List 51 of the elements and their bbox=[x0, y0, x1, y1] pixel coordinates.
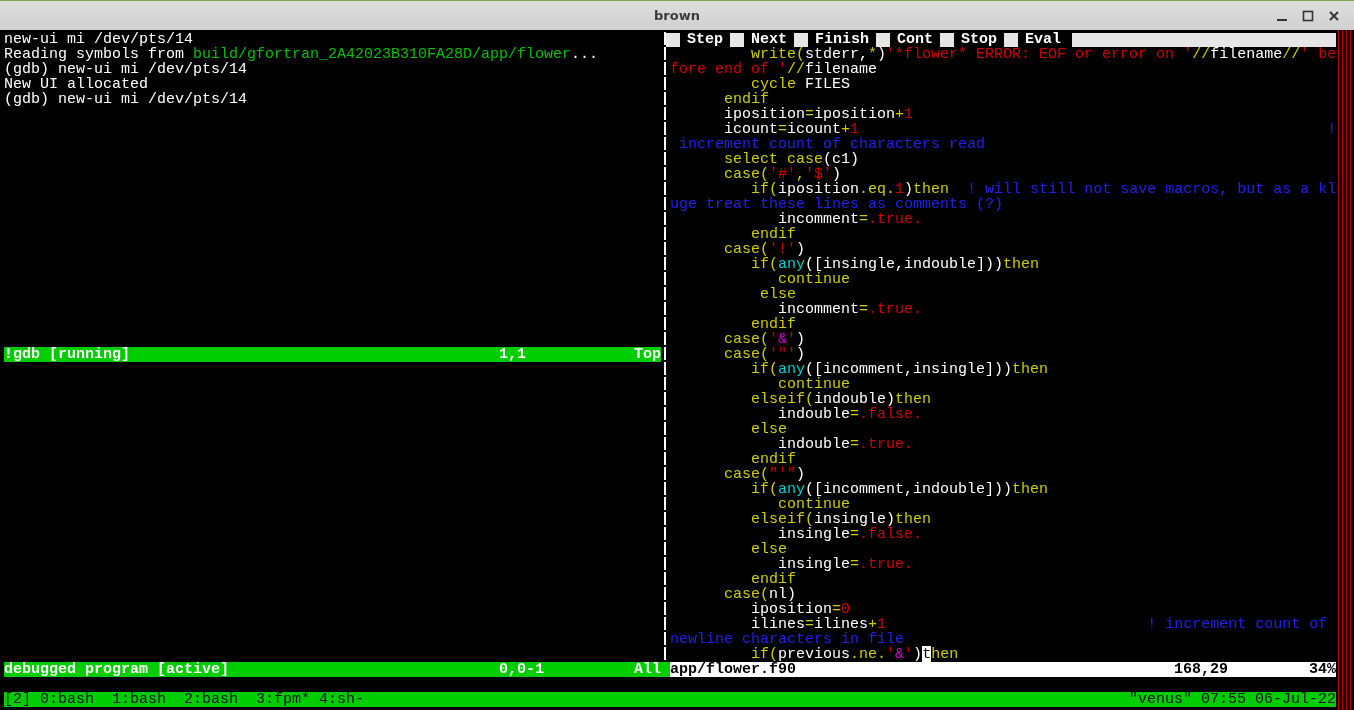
code-line: insingle=.true. bbox=[778, 557, 914, 572]
terminal-line: new-ui mi /dev/pts/14 bbox=[4, 32, 194, 47]
code-line: case('!') bbox=[723, 242, 806, 257]
terminal-line: (gdb) new-ui mi /dev/pts/14 bbox=[4, 92, 248, 107]
window-title: brown bbox=[654, 8, 700, 23]
terminal-line: Reading symbols from build/gfortran_2A42023B310FA28D/app/flower... bbox=[4, 47, 599, 62]
code-line: else bbox=[750, 542, 788, 557]
code-line: incomment=.true. bbox=[778, 212, 923, 227]
code-line: endif bbox=[751, 317, 797, 332]
code-line: indouble=.false. bbox=[778, 407, 923, 422]
code-line: endif bbox=[751, 572, 797, 587]
code-line: uge treat these lines as comments (?) bbox=[670, 197, 1004, 212]
code-line: continue bbox=[778, 377, 851, 392]
close-icon[interactable] bbox=[1328, 10, 1340, 22]
code-line: continue bbox=[778, 272, 851, 287]
host-clock: "venus" 07:55 06-Jul-22 bbox=[1128, 692, 1336, 707]
code-line: continue bbox=[778, 497, 851, 512]
code-line: if(any([incomment,indouble]))then bbox=[751, 482, 1049, 497]
terminal-line: New UI allocated bbox=[4, 77, 149, 92]
code-line: indouble=.true. bbox=[778, 437, 914, 452]
code-line: ilines=ilines+1 ! increment count of bbox=[751, 617, 1328, 632]
code-line: icount=icount+1 ! bbox=[724, 122, 1337, 137]
code-line: if(iposition.eq.1)then ! will still not save macros, but as a kl bbox=[751, 182, 1337, 197]
code-line: elseif(indouble)then bbox=[750, 392, 932, 407]
code-line: fore end of '//filename bbox=[670, 62, 878, 77]
window-list: [2] 0:bash 1:bash 2:bash 3:fpm* 4:sh- bbox=[4, 692, 365, 707]
code-line: endif bbox=[751, 227, 797, 242]
code-line: iposition=iposition+1 bbox=[723, 107, 914, 122]
code-line: case('&') bbox=[723, 332, 806, 347]
terminal-line: (gdb) new-ui mi /dev/pts/14 bbox=[4, 62, 248, 77]
code-line: if(any([insingle,indouble]))then bbox=[751, 257, 1040, 272]
code-line: cycle FILES bbox=[751, 77, 851, 92]
code-line: endif bbox=[723, 92, 770, 107]
code-line: select case(c1) bbox=[723, 152, 860, 167]
code-line: newline characters in file bbox=[670, 632, 905, 647]
code-line: endif bbox=[751, 452, 797, 467]
code-line: if(any([incomment,insingle]))then bbox=[751, 362, 1049, 377]
maximize-icon[interactable] bbox=[1302, 10, 1314, 22]
code-line: write(stderr,*)'*flower* ERROR: EOF or error on '//filename//' be bbox=[750, 47, 1337, 62]
code-line: case("'") bbox=[723, 467, 806, 482]
code-line: case('#','$') bbox=[723, 167, 842, 182]
code-line: case('"') bbox=[723, 347, 806, 362]
code-line: elseif(insingle)then bbox=[750, 512, 932, 527]
code-line: if(previous.ne.'&')then bbox=[751, 647, 959, 662]
code-line: iposition=0 bbox=[751, 602, 851, 617]
code-line: insingle=.false. bbox=[778, 527, 923, 542]
code-line: increment count of characters read bbox=[678, 137, 986, 152]
code-line: incomment=.true. bbox=[778, 302, 923, 317]
code-line: case(nl) bbox=[723, 587, 797, 602]
code-line: else bbox=[759, 287, 797, 302]
code-line: else bbox=[750, 422, 788, 437]
